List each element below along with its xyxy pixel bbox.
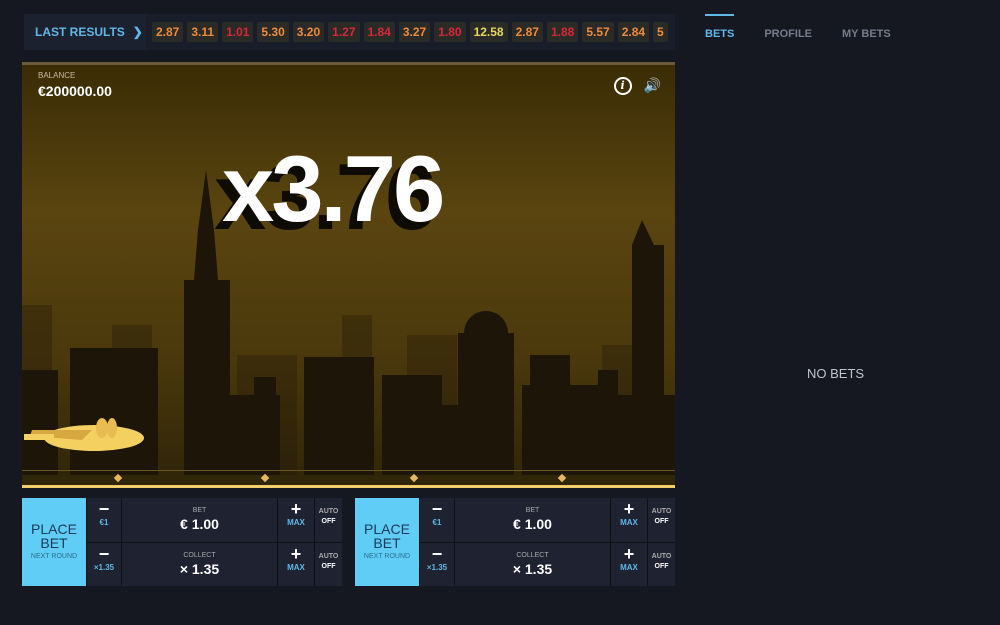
sound-icon[interactable]: 🔊 — [644, 77, 661, 95]
result-chip: 1.01 — [222, 22, 254, 42]
place-bet-button[interactable]: PLACE BET NEXT ROUND — [355, 498, 419, 586]
info-icon[interactable]: i — [613, 77, 632, 95]
last-results-label: LAST RESULTS — [35, 25, 125, 39]
collect-step: ×1.35 — [93, 562, 115, 572]
plane-icon — [24, 418, 144, 451]
last-results-bar: LAST RESULTS ❯ 2.87 3.11 1.01 5.30 3.20 1.27 1.… — [24, 14, 675, 50]
minus-icon: − — [431, 543, 443, 564]
result-chip: 1.27 — [328, 22, 360, 42]
bet-label: BET — [192, 507, 207, 514]
place-bet-label: PLACE BET — [31, 521, 77, 551]
plus-icon: + — [290, 499, 302, 519]
balance-label: BALANCE — [38, 71, 76, 80]
tab-profile[interactable]: PROFILE — [764, 14, 812, 40]
collect-label: COLLECT — [516, 551, 549, 559]
bet-label: BET — [525, 507, 540, 514]
result-chip: 3.20 — [292, 22, 325, 42]
max-label: MAX — [287, 518, 305, 527]
track-marker — [409, 473, 419, 483]
auto-label: AUTO — [318, 552, 339, 560]
bet-field[interactable]: BET € 1.00 — [122, 498, 277, 542]
balance-value: €200000.00 — [38, 83, 112, 99]
result-chip: 1.84 — [363, 22, 395, 42]
track-marker — [113, 473, 123, 483]
result-chip: 2.84 — [617, 22, 650, 42]
game-area: BALANCE €200000.00 i 🔊 x3.76 — [22, 62, 675, 488]
tab-bets[interactable]: BETS — [705, 14, 735, 40]
progress-track — [22, 470, 675, 488]
bet-decrease-button[interactable]: − €1 — [87, 498, 121, 542]
minus-icon: − — [98, 499, 110, 519]
multiplier: x3.76 — [222, 136, 445, 241]
collect-label: COLLECT — [183, 551, 216, 559]
auto-state: OFF — [321, 562, 336, 570]
bet-field[interactable]: BET € 1.00 — [455, 498, 610, 542]
plus-icon: + — [623, 543, 635, 564]
bet-decrease-button[interactable]: − €1 — [420, 498, 454, 542]
result-chip: 1.80 — [434, 22, 466, 42]
collect-decrease-button[interactable]: − ×1.35 — [420, 542, 454, 586]
result-chip: 2.87 — [152, 22, 184, 42]
collect-field[interactable]: COLLECT × 1.35 — [455, 542, 610, 586]
tab-my-bets[interactable]: MY BETS — [842, 14, 891, 40]
auto-state: OFF — [654, 518, 669, 525]
max-label: MAX — [620, 518, 638, 527]
minus-icon: − — [98, 543, 110, 564]
max-label: MAX — [287, 562, 305, 572]
side-tabs: BETS PROFILE MY BETS — [705, 14, 891, 40]
next-round-label: NEXT ROUND — [30, 553, 78, 560]
result-chip: 12.58 — [469, 22, 508, 42]
collect-value: × 1.35 — [512, 560, 553, 577]
bet-step: €1 — [432, 518, 442, 527]
next-round-label: NEXT ROUND — [363, 553, 411, 560]
result-chip: 5.57 — [582, 22, 614, 42]
auto-label: AUTO — [318, 508, 339, 515]
minus-icon: − — [431, 499, 443, 519]
result-chip: 5 — [653, 22, 668, 42]
collect-auto-toggle[interactable]: AUTO OFF — [648, 542, 675, 586]
bet-auto-toggle[interactable]: AUTO OFF — [315, 498, 342, 542]
max-label: MAX — [620, 562, 638, 572]
last-results-button[interactable]: LAST RESULTS ❯ — [24, 14, 146, 50]
collect-value: × 1.35 — [179, 560, 220, 577]
plus-icon: + — [290, 543, 302, 564]
chevron-right-icon: ❯ — [132, 25, 143, 39]
results-list: 2.87 3.11 1.01 5.30 3.20 1.27 1.84 3.27 1.80 12.5… — [152, 22, 675, 42]
auto-label: AUTO — [651, 552, 672, 560]
collect-step: ×1.35 — [426, 562, 448, 572]
bet-step: €1 — [99, 518, 109, 527]
bet-value: € 1.00 — [180, 516, 219, 532]
collect-auto-toggle[interactable]: AUTO OFF — [315, 542, 342, 586]
bet-increase-button[interactable]: + MAX — [611, 498, 647, 542]
bet-value: € 1.00 — [513, 516, 552, 532]
bet-panel: PLACE BET NEXT ROUND − €1 BET € 1.00 + MAX A… — [22, 498, 342, 586]
result-chip: 3.27 — [398, 22, 431, 42]
bet-increase-button[interactable]: + MAX — [278, 498, 314, 542]
track-marker — [260, 473, 270, 483]
collect-decrease-button[interactable]: − ×1.35 — [87, 542, 121, 586]
result-chip: 5.30 — [257, 22, 289, 42]
place-bet-label: PLACE BET — [364, 521, 410, 551]
auto-state: OFF — [321, 518, 336, 525]
plus-icon: + — [623, 499, 635, 519]
bet-auto-toggle[interactable]: AUTO OFF — [648, 498, 675, 542]
result-chip: 1.88 — [546, 22, 579, 42]
collect-increase-button[interactable]: + MAX — [278, 542, 314, 586]
collect-field[interactable]: COLLECT × 1.35 — [122, 542, 277, 586]
bet-panel: PLACE BET NEXT ROUND − €1 BET € 1.00 + MAX A… — [355, 498, 675, 586]
collect-increase-button[interactable]: + MAX — [611, 542, 647, 586]
result-chip: 2.87 — [511, 22, 543, 42]
result-chip: 3.11 — [187, 22, 219, 42]
track-marker — [557, 473, 567, 483]
auto-state: OFF — [654, 562, 669, 570]
place-bet-button[interactable]: PLACE BET NEXT ROUND — [22, 498, 86, 586]
auto-label: AUTO — [651, 508, 672, 515]
no-bets-message: NO BETS — [807, 366, 865, 381]
